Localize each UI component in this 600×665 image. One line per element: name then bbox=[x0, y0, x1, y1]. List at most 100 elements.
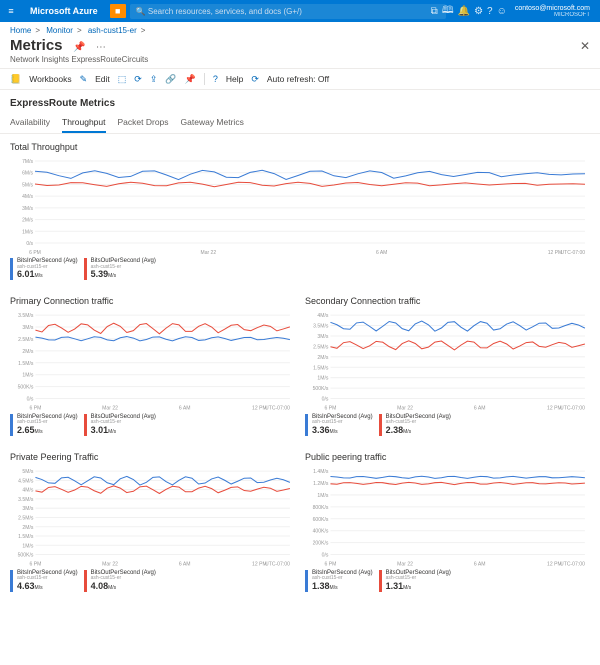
legend-bits-out[interactable]: BitsOutPerSecond (Avg)ash-cust15-er3.01M… bbox=[84, 414, 156, 436]
legend-bits-in[interactable]: BitsInPerSecond (Avg)ash-cust15-er6.01M/… bbox=[10, 258, 78, 280]
help-icon[interactable]: ? bbox=[487, 6, 493, 17]
legend: BitsInPerSecond (Avg)ash-cust15-er2.65M/… bbox=[10, 414, 295, 436]
chart-title: Primary Connection traffic bbox=[10, 296, 295, 306]
svg-text:7M/s: 7M/s bbox=[22, 159, 33, 165]
legend-bits-out[interactable]: BitsOutPerSecond (Avg)ash-cust15-er4.08M… bbox=[84, 570, 156, 592]
series-bits-out bbox=[35, 323, 289, 334]
page-title: Metrics bbox=[10, 37, 63, 54]
svg-text:6 AM: 6 AM bbox=[474, 406, 486, 412]
svg-text:6 AM: 6 AM bbox=[179, 406, 191, 412]
svg-text:3.5M/s: 3.5M/s bbox=[18, 497, 34, 503]
svg-text:UTC-07:00: UTC-07:00 bbox=[560, 561, 585, 567]
svg-text:1.4M/s: 1.4M/s bbox=[313, 469, 329, 475]
hamburger-icon[interactable]: ≡ bbox=[0, 6, 22, 16]
chart-svg-total: 7M/s6M/s5M/s4M/s3M/s2M/s1M/s0/s 6 PMMar … bbox=[10, 156, 590, 256]
crumb-resource[interactable]: ash-cust15-er bbox=[88, 26, 137, 35]
svg-text:1M/s: 1M/s bbox=[317, 493, 328, 499]
tab-availability[interactable]: Availability bbox=[10, 117, 50, 133]
link-icon[interactable]: 🔗 bbox=[165, 74, 176, 85]
svg-text:2.5M/s: 2.5M/s bbox=[18, 515, 34, 521]
legend-bits-in[interactable]: BitsInPerSecond (Avg)ash-cust15-er2.65M/… bbox=[10, 414, 78, 436]
help-button[interactable]: Help bbox=[226, 74, 243, 84]
svg-text:400K/s: 400K/s bbox=[313, 528, 329, 534]
svg-text:Mar 22: Mar 22 bbox=[397, 561, 413, 567]
svg-text:4.5M/s: 4.5M/s bbox=[18, 478, 34, 484]
title-row: Metrics 📌 ⋯ ✕ bbox=[0, 35, 600, 55]
edit-icon: ✎ bbox=[80, 74, 88, 85]
breadcrumb: Home> Monitor> ash-cust15-er> bbox=[0, 22, 600, 35]
svg-text:1M/s: 1M/s bbox=[317, 376, 328, 382]
svg-text:6 PM: 6 PM bbox=[30, 561, 42, 567]
chart-svg-secondary: 4M/s3.5M/s3M/s2.5M/s2M/s1.5M/s1M/s500K/s… bbox=[305, 310, 590, 412]
y-axis: 5M/s4.5M/s4M/s3.5M/s3M/s2.5M/s2M/s1.5M/s… bbox=[18, 469, 290, 558]
chart-secondary-connection: Secondary Connection traffic 4M/s3.5M/s3… bbox=[305, 296, 590, 436]
search-input[interactable]: 🔍 Search resources, services, and docs (… bbox=[130, 4, 446, 19]
close-icon[interactable]: ✕ bbox=[580, 39, 590, 53]
svg-text:1.2M/s: 1.2M/s bbox=[313, 481, 329, 487]
svg-text:1M/s: 1M/s bbox=[22, 543, 33, 549]
series-bits-in bbox=[330, 476, 584, 478]
svg-text:2M/s: 2M/s bbox=[22, 218, 33, 224]
legend-bits-out[interactable]: BitsOutPerSecond (Avg)ash-cust15-er5.39M… bbox=[84, 258, 156, 280]
refresh-icon[interactable]: ⟳ bbox=[134, 74, 142, 85]
open-icon[interactable]: ⬚ bbox=[118, 74, 127, 85]
autorefresh-button[interactable]: Auto refresh: Off bbox=[267, 74, 329, 84]
svg-text:UTC-07:00: UTC-07:00 bbox=[561, 250, 586, 256]
chart-title: Private Peering Traffic bbox=[10, 452, 295, 462]
crumb-home[interactable]: Home bbox=[10, 26, 31, 35]
svg-text:3M/s: 3M/s bbox=[317, 334, 328, 340]
svg-text:6 PM: 6 PM bbox=[30, 406, 42, 412]
workbooks-button[interactable]: Workbooks bbox=[29, 74, 71, 84]
settings-icon[interactable]: ⚙ bbox=[474, 6, 483, 17]
series-bits-out bbox=[330, 341, 584, 350]
search-placeholder: Search resources, services, and docs (G+… bbox=[148, 7, 302, 16]
svg-text:1M/s: 1M/s bbox=[22, 229, 33, 235]
more-icon[interactable]: ⋯ bbox=[96, 42, 106, 53]
directories-icon[interactable]: 🕮 bbox=[442, 3, 454, 20]
legend-bits-in[interactable]: BitsInPerSecond (Avg)ash-cust15-er3.36M/… bbox=[305, 414, 373, 436]
svg-text:5M/s: 5M/s bbox=[22, 182, 33, 188]
tab-gateway-metrics[interactable]: Gateway Metrics bbox=[181, 117, 244, 133]
tenant-badge-icon[interactable]: ■ bbox=[110, 4, 126, 18]
top-icon-row: ⧉ 🕮 🔔 ⚙ ? ☺ contoso@microsoft.com MICROS… bbox=[450, 3, 600, 20]
x-axis: 6 PMMar 226 AM12 PMUTC-07:00 bbox=[30, 561, 291, 567]
svg-text:6 AM: 6 AM bbox=[474, 561, 486, 567]
svg-text:6 AM: 6 AM bbox=[376, 250, 387, 256]
account-info[interactable]: contoso@microsoft.com MICROSOFT bbox=[515, 5, 590, 18]
svg-text:3M/s: 3M/s bbox=[22, 325, 33, 331]
svg-text:UTC-07:00: UTC-07:00 bbox=[265, 561, 290, 567]
legend: BitsInPerSecond (Avg)ash-cust15-er6.01M/… bbox=[10, 258, 590, 280]
notifications-icon[interactable]: 🔔 bbox=[458, 6, 470, 17]
svg-text:800K/s: 800K/s bbox=[313, 505, 329, 511]
pin-toolbar-icon[interactable]: 📌 bbox=[185, 74, 196, 85]
svg-text:1.5M/s: 1.5M/s bbox=[313, 365, 329, 371]
chart-public-peering: Public peering traffic 1.4M/s1.2M/s1M/s8… bbox=[305, 452, 590, 592]
svg-text:3.5M/s: 3.5M/s bbox=[18, 313, 34, 319]
chart-title: Secondary Connection traffic bbox=[305, 296, 590, 306]
account-org: MICROSOFT bbox=[515, 12, 590, 18]
cloud-shell-icon[interactable]: ⧉ bbox=[431, 6, 438, 17]
tab-throughput[interactable]: Throughput bbox=[62, 117, 105, 133]
tab-packet-drops[interactable]: Packet Drops bbox=[118, 117, 169, 133]
svg-text:5M/s: 5M/s bbox=[22, 469, 33, 475]
top-bar: ≡ Microsoft Azure ■ 🔍 Search resources, … bbox=[0, 0, 600, 22]
legend-bits-in[interactable]: BitsInPerSecond (Avg)ash-cust15-er1.38M/… bbox=[305, 570, 373, 592]
svg-text:UTC-07:00: UTC-07:00 bbox=[560, 406, 585, 412]
svg-text:4M/s: 4M/s bbox=[22, 487, 33, 493]
separator bbox=[204, 73, 205, 85]
share-icon[interactable]: ⇪ bbox=[150, 74, 158, 85]
legend-bits-out[interactable]: BitsOutPerSecond (Avg)ash-cust15-er1.31M… bbox=[379, 570, 451, 592]
legend-bits-out[interactable]: BitsOutPerSecond (Avg)ash-cust15-er2.38M… bbox=[379, 414, 451, 436]
toolbar: 📒 Workbooks ✎ Edit ⬚ ⟳ ⇪ 🔗 📌 ? Help ⟳ Au… bbox=[0, 68, 600, 90]
pin-icon[interactable]: 📌 bbox=[73, 42, 85, 53]
edit-button[interactable]: Edit bbox=[95, 74, 110, 84]
chart-total-throughput: Total Throughput 7M/s6M/s5M/s4M/s3M/s2M/… bbox=[0, 134, 600, 288]
svg-text:4M/s: 4M/s bbox=[317, 313, 328, 319]
feedback-icon[interactable]: ☺ bbox=[497, 6, 507, 17]
chart-svg-primary: 3.5M/s3M/s2.5M/s2M/s1.5M/s1M/s500K/s0/s … bbox=[10, 310, 295, 412]
svg-text:Mar 22: Mar 22 bbox=[102, 406, 118, 412]
crumb-monitor[interactable]: Monitor bbox=[46, 26, 73, 35]
svg-text:0/s: 0/s bbox=[322, 552, 329, 558]
legend-bits-in[interactable]: BitsInPerSecond (Avg)ash-cust15-er4.63M/… bbox=[10, 570, 78, 592]
account-email: contoso@microsoft.com bbox=[515, 5, 590, 12]
